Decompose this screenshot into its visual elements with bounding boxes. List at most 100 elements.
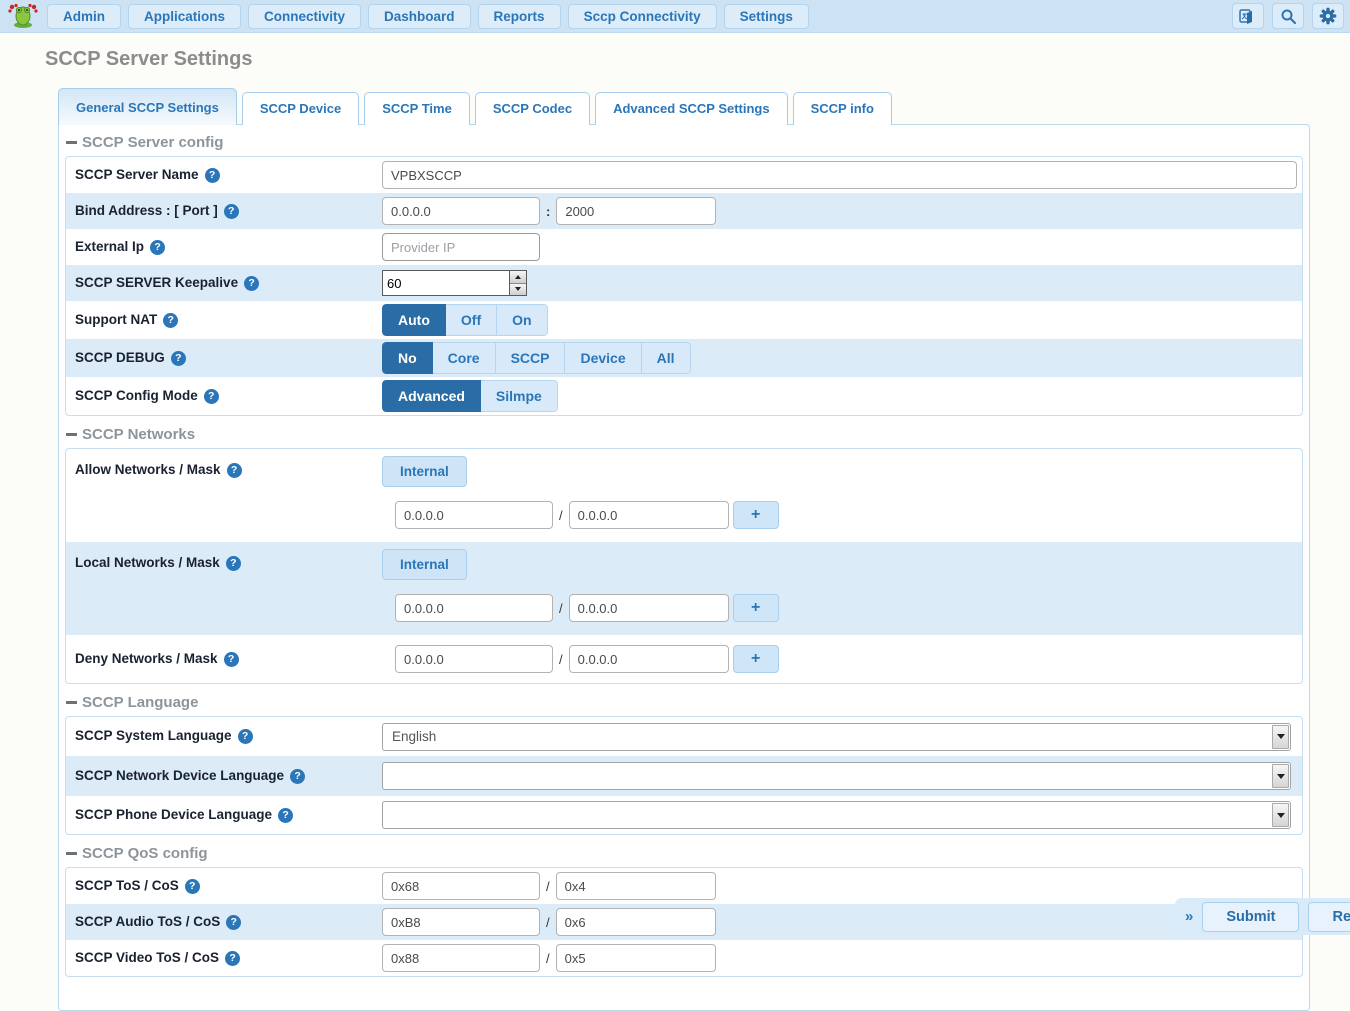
spinner-down-icon[interactable]: [510, 284, 526, 296]
help-icon[interactable]: [278, 808, 293, 823]
debug-no-button[interactable]: No: [382, 342, 433, 374]
collapse-actions-icon[interactable]: »: [1185, 908, 1193, 925]
field-label: SCCP Server Name: [66, 167, 382, 183]
help-icon[interactable]: [227, 463, 242, 478]
audio-tos-input[interactable]: [382, 908, 540, 936]
mode-advanced-button[interactable]: Advanced: [382, 380, 481, 412]
bind-port-input[interactable]: [556, 197, 716, 225]
spinner-up-icon[interactable]: [510, 271, 526, 284]
nat-on-button[interactable]: On: [497, 304, 547, 336]
tab-advanced-sccp-settings[interactable]: Advanced SCCP Settings: [595, 92, 788, 125]
row-sccp-debug: SCCP DEBUG No Core SCCP Device All: [66, 339, 1302, 377]
collapse-icon[interactable]: [66, 141, 77, 144]
tab-sccp-codec[interactable]: SCCP Codec: [475, 92, 590, 125]
language-icon[interactable]: [1232, 3, 1264, 29]
debug-core-button[interactable]: Core: [433, 342, 496, 374]
allow-network-input[interactable]: [395, 501, 553, 529]
nat-auto-button[interactable]: Auto: [382, 304, 446, 336]
help-icon[interactable]: [244, 276, 259, 291]
help-icon[interactable]: [150, 240, 165, 255]
select-dropdown-icon[interactable]: [1272, 764, 1289, 788]
nav-reports[interactable]: Reports: [478, 4, 561, 29]
page-title: SCCP Server Settings: [45, 48, 1350, 71]
label-text: Bind Address : [ Port ]: [75, 203, 218, 219]
section-header-qos: SCCP QoS config: [65, 838, 1303, 867]
section-title: SCCP Server config: [82, 134, 223, 151]
system-language-select[interactable]: English: [382, 723, 1291, 751]
frog-logo-icon[interactable]: [6, 2, 40, 30]
deny-network-input[interactable]: [395, 645, 553, 673]
audio-cos-input[interactable]: [556, 908, 716, 936]
help-icon[interactable]: [226, 556, 241, 571]
search-icon[interactable]: [1272, 3, 1304, 29]
tab-sccp-info[interactable]: SCCP info: [793, 92, 892, 125]
tab-sccp-device[interactable]: SCCP Device: [242, 92, 359, 125]
add-allow-network-button[interactable]: +: [733, 501, 779, 529]
network-device-language-select[interactable]: [382, 762, 1291, 790]
sccp-debug-group: No Core SCCP Device All: [382, 342, 691, 374]
field-label: Local Networks / Mask: [66, 555, 382, 571]
help-icon[interactable]: [226, 915, 241, 930]
nav-connectivity[interactable]: Connectivity: [248, 4, 361, 29]
debug-sccp-button[interactable]: SCCP: [496, 342, 566, 374]
external-ip-input[interactable]: [382, 233, 540, 261]
settings-tabs: General SCCP Settings SCCP Device SCCP T…: [58, 88, 1350, 125]
help-icon[interactable]: [204, 389, 219, 404]
help-icon[interactable]: [205, 168, 220, 183]
mode-simple-button[interactable]: Silmpe: [481, 380, 558, 412]
add-local-network-button[interactable]: +: [733, 594, 779, 622]
debug-all-button[interactable]: All: [642, 342, 691, 374]
gear-icon[interactable]: [1312, 3, 1344, 29]
section-title: SCCP Networks: [82, 426, 195, 443]
label-text: Support NAT: [75, 312, 157, 328]
reset-button[interactable]: Reset: [1308, 902, 1350, 932]
video-tos-input[interactable]: [382, 944, 540, 972]
field-label: Support NAT: [66, 312, 382, 328]
add-deny-network-button[interactable]: +: [733, 645, 779, 673]
help-icon[interactable]: [224, 652, 239, 667]
local-mask-input[interactable]: [569, 594, 729, 622]
slash-separator: /: [559, 508, 563, 523]
help-icon[interactable]: [238, 729, 253, 744]
select-dropdown-icon[interactable]: [1272, 803, 1289, 827]
field-label: SCCP System Language: [66, 728, 382, 744]
allow-internal-button[interactable]: Internal: [382, 456, 467, 487]
keepalive-input[interactable]: [383, 271, 509, 295]
nav-admin[interactable]: Admin: [47, 4, 121, 29]
help-icon[interactable]: [290, 769, 305, 784]
phone-device-language-select[interactable]: [382, 801, 1291, 829]
help-icon[interactable]: [163, 313, 178, 328]
row-audio-tos: SCCP Audio ToS / CoS /: [66, 904, 1302, 940]
allow-mask-input[interactable]: [569, 501, 729, 529]
local-internal-button[interactable]: Internal: [382, 549, 467, 580]
tab-sccp-time[interactable]: SCCP Time: [364, 92, 470, 125]
submit-button[interactable]: Submit: [1202, 902, 1299, 932]
debug-device-button[interactable]: Device: [565, 342, 641, 374]
tab-general-sccp-settings[interactable]: General SCCP Settings: [58, 88, 237, 125]
select-dropdown-icon[interactable]: [1272, 725, 1289, 749]
label-text: SCCP Phone Device Language: [75, 807, 272, 823]
help-icon[interactable]: [225, 951, 240, 966]
row-phone-device-language: SCCP Phone Device Language: [66, 796, 1302, 834]
nav-sccp-connectivity[interactable]: Sccp Connectivity: [568, 4, 717, 29]
server-name-input[interactable]: [382, 161, 1297, 189]
bind-address-input[interactable]: [382, 197, 540, 225]
field-label: Deny Networks / Mask: [66, 651, 382, 667]
nat-off-button[interactable]: Off: [446, 304, 497, 336]
local-network-input[interactable]: [395, 594, 553, 622]
nav-settings[interactable]: Settings: [724, 4, 809, 29]
nav-dashboard[interactable]: Dashboard: [368, 4, 471, 29]
video-cos-input[interactable]: [556, 944, 716, 972]
collapse-icon[interactable]: [66, 433, 77, 436]
help-icon[interactable]: [224, 204, 239, 219]
deny-mask-input[interactable]: [569, 645, 729, 673]
nav-applications[interactable]: Applications: [128, 4, 241, 29]
sccp-cos-input[interactable]: [556, 872, 716, 900]
collapse-icon[interactable]: [66, 852, 77, 855]
collapse-icon[interactable]: [66, 701, 77, 704]
help-icon[interactable]: [171, 351, 186, 366]
help-icon[interactable]: [185, 879, 200, 894]
row-config-mode: SCCP Config Mode Advanced Silmpe: [66, 377, 1302, 415]
sccp-tos-input[interactable]: [382, 872, 540, 900]
field-label: External Ip: [66, 239, 382, 255]
